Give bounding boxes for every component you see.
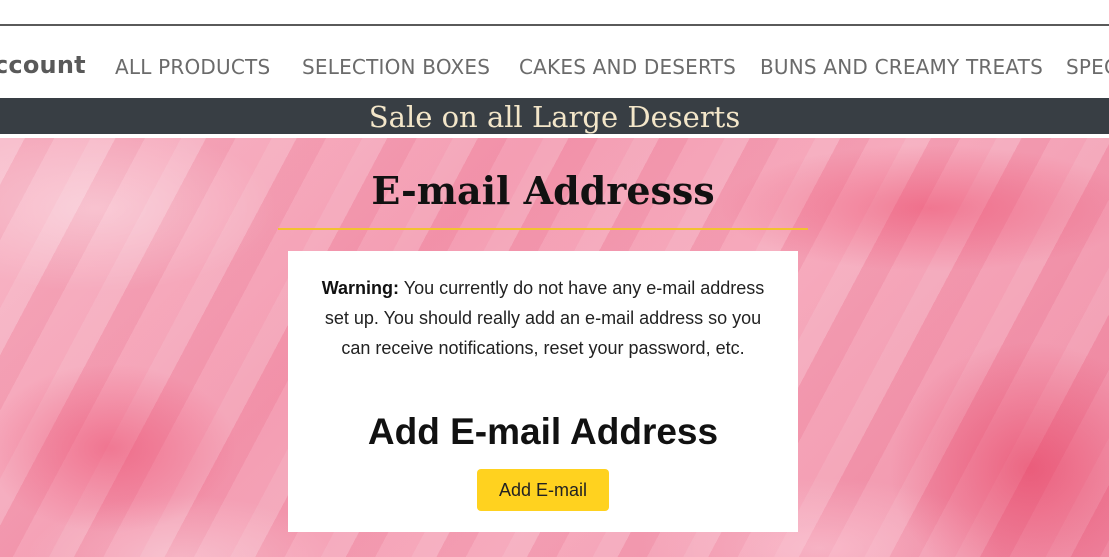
main-nav: ccount ALL PRODUCTS SELECTION BOXES CAKE… bbox=[0, 26, 1109, 98]
warning-message: Warning: You currently do not have any e… bbox=[313, 273, 773, 363]
title-underline bbox=[278, 228, 808, 230]
add-email-button[interactable]: Add E-mail bbox=[477, 469, 609, 511]
nav-item-selection-boxes[interactable]: SELECTION BOXES bbox=[302, 55, 490, 79]
nav-item-cakes-and-deserts[interactable]: CAKES AND DESERTS bbox=[519, 55, 736, 79]
nav-item-buns-and-creamy-treats[interactable]: BUNS AND CREAMY TREATS bbox=[760, 55, 1043, 79]
sale-banner: Sale on all Large Deserts bbox=[0, 98, 1109, 134]
hero-section: E-mail Addresss Warning: You currently d… bbox=[0, 138, 1109, 557]
nav-item-account[interactable]: ccount bbox=[0, 51, 86, 79]
page-title: E-mail Addresss bbox=[371, 168, 715, 213]
warning-label: Warning: bbox=[321, 278, 400, 298]
nav-item-all-products[interactable]: ALL PRODUCTS bbox=[115, 55, 270, 79]
nav-item-specials[interactable]: SPEC bbox=[1066, 55, 1109, 79]
email-card: Warning: You currently do not have any e… bbox=[288, 251, 798, 532]
add-email-heading: Add E-mail Address bbox=[367, 411, 719, 452]
